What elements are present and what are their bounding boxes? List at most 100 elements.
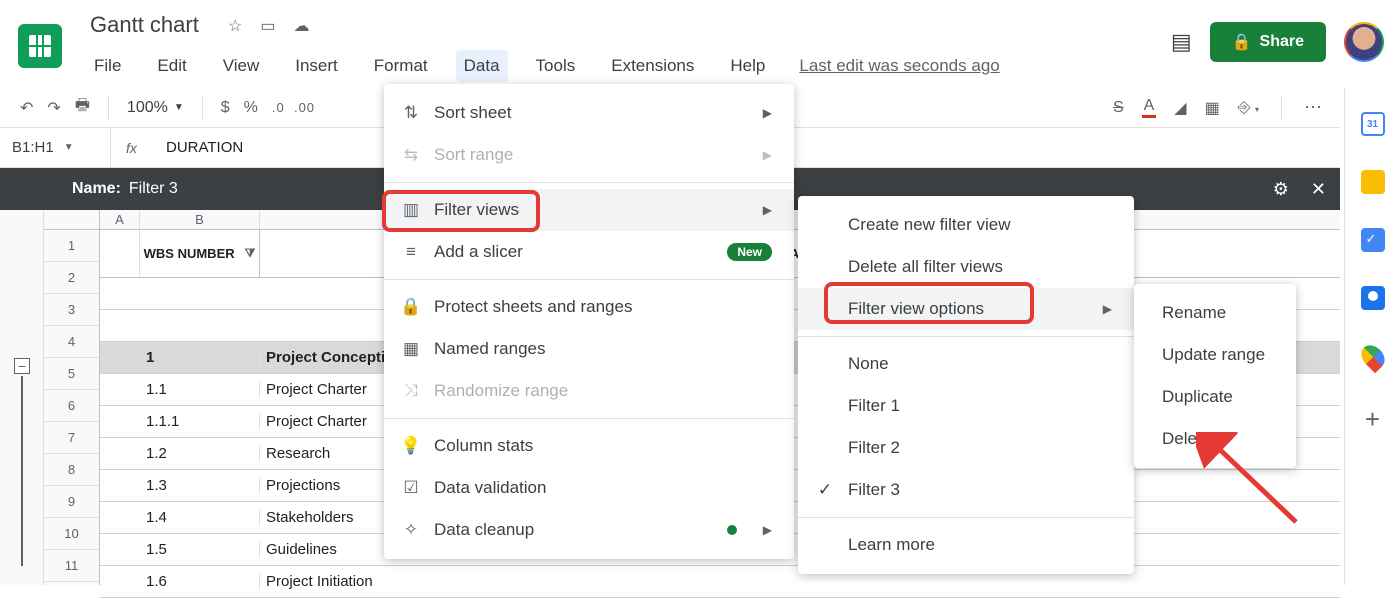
menu-file[interactable]: File <box>86 50 129 82</box>
menu-label: Column stats <box>434 436 533 456</box>
menu-data[interactable]: Data <box>456 50 508 82</box>
submenu-delete-all-filter-views[interactable]: Delete all filter views <box>798 246 1134 288</box>
row-number[interactable]: 3 <box>44 294 99 326</box>
submenu-filter-none[interactable]: None <box>798 343 1134 385</box>
option-duplicate[interactable]: Duplicate <box>1134 376 1296 418</box>
data-menu: ⇅ Sort sheet ▶ ⇆ Sort range ▶ ▥ Filter v… <box>384 84 794 559</box>
filter-icon[interactable]: ⧩ <box>245 246 256 261</box>
formula-bar[interactable]: DURATION <box>152 139 243 156</box>
row-number[interactable]: 4 <box>44 326 99 358</box>
close-filter-view-icon[interactable]: ✕ <box>1311 179 1326 200</box>
format-decimals[interactable]: .0 .00 <box>272 100 315 115</box>
menu-label: Update range <box>1162 345 1265 365</box>
cell[interactable]: 1.6 <box>140 573 260 590</box>
submenu-learn-more[interactable]: Learn more <box>798 524 1134 566</box>
menu-protect[interactable]: 🔒 Protect sheets and ranges <box>384 286 794 328</box>
menu-extensions[interactable]: Extensions <box>603 50 702 82</box>
fill-color-icon[interactable]: ◢ <box>1174 98 1186 118</box>
row-number[interactable]: 5 <box>44 358 99 390</box>
keep-addon-icon[interactable] <box>1361 170 1385 194</box>
check-icon: ✓ <box>814 480 836 500</box>
menu-edit[interactable]: Edit <box>149 50 194 82</box>
menu-help[interactable]: Help <box>722 50 773 82</box>
menu-named-ranges[interactable]: ▦ Named ranges <box>384 328 794 370</box>
name-box[interactable]: B1:H1 ▼ <box>0 139 110 156</box>
row-number[interactable]: 9 <box>44 486 99 518</box>
row-number[interactable]: 7 <box>44 422 99 454</box>
menu-label: Add a slicer <box>434 242 523 262</box>
contacts-addon-icon[interactable] <box>1361 286 1385 310</box>
cell[interactable]: Project Initiation <box>260 573 1340 590</box>
menu-format[interactable]: Format <box>366 50 436 82</box>
menu-view[interactable]: View <box>215 50 268 82</box>
addons-plus-icon[interactable]: + <box>1365 404 1380 435</box>
move-icon[interactable]: ▭ <box>260 16 275 36</box>
undo-icon[interactable]: ↶ <box>20 98 33 118</box>
shuffle-icon: ⤨ <box>400 381 422 401</box>
gear-icon[interactable]: ⚙ <box>1273 179 1289 200</box>
zoom-select[interactable]: 100% ▼ <box>127 99 184 117</box>
merge-cells-icon[interactable]: ⎆ ▾ <box>1238 99 1259 117</box>
menu-filter-views[interactable]: ▥ Filter views ▶ <box>384 189 794 231</box>
row-number[interactable]: 6 <box>44 390 99 422</box>
filter-views-submenu: Create new filter view Delete all filter… <box>798 196 1134 574</box>
cell[interactable]: 1.1.1 <box>140 413 260 430</box>
cell[interactable]: 1.1 <box>140 381 260 398</box>
cell[interactable]: 1.5 <box>140 541 260 558</box>
format-currency[interactable]: $ <box>221 99 230 117</box>
option-update-range[interactable]: Update range <box>1134 334 1296 376</box>
row-number[interactable]: 2 <box>44 262 99 294</box>
star-icon[interactable]: ☆ <box>228 16 242 36</box>
column-header[interactable]: A <box>100 210 140 229</box>
maps-addon-icon[interactable] <box>1356 341 1389 374</box>
menu-tools[interactable]: Tools <box>528 50 584 82</box>
redo-icon[interactable]: ↷ <box>47 98 60 118</box>
format-percent[interactable]: % <box>244 99 258 117</box>
menu-data-validation[interactable]: ☑ Data validation <box>384 467 794 509</box>
annotation-arrow-icon <box>1196 432 1306 532</box>
text-color-icon[interactable]: A <box>1142 97 1157 118</box>
cell[interactable]: 1 <box>140 349 260 366</box>
menu-add-slicer[interactable]: ≡ Add a slicer New <box>384 231 794 273</box>
document-title[interactable]: Gantt chart <box>90 12 199 38</box>
menu-label: Rename <box>1162 303 1226 323</box>
lock-icon: 🔒 <box>1232 32 1252 52</box>
submenu-filter-item[interactable]: Filter 1 <box>798 385 1134 427</box>
cell[interactable]: 1.4 <box>140 509 260 526</box>
last-edit-link[interactable]: Last edit was seconds ago <box>799 56 999 76</box>
menu-column-stats[interactable]: 💡 Column stats <box>384 425 794 467</box>
submenu-filter-item[interactable]: Filter 2 <box>798 427 1134 469</box>
row-group-collapse-icon[interactable]: − <box>14 358 30 374</box>
cell[interactable]: 1.3 <box>140 477 260 494</box>
account-avatar[interactable] <box>1344 22 1384 62</box>
new-badge: New <box>727 243 772 261</box>
strikethrough-icon[interactable]: S <box>1113 99 1124 117</box>
row-number[interactable]: 11 <box>44 550 99 582</box>
submenu-filter-view-options[interactable]: Filter view options ▶ <box>798 288 1134 330</box>
menu-sort-sheet[interactable]: ⇅ Sort sheet ▶ <box>384 92 794 134</box>
menu-label: Filter views <box>434 200 519 220</box>
filter-view-name-value[interactable]: Filter 3 <box>129 180 178 198</box>
sheets-app-icon[interactable] <box>18 24 62 68</box>
cell[interactable]: 1.2 <box>140 445 260 462</box>
toolbar-overflow-icon[interactable]: ⋯ <box>1304 97 1324 118</box>
validation-icon: ☑ <box>400 478 422 498</box>
tasks-addon-icon[interactable] <box>1361 228 1385 252</box>
column-header[interactable]: B <box>140 210 260 229</box>
borders-icon[interactable]: ▦ <box>1205 98 1220 118</box>
row-number[interactable]: 1 <box>44 230 99 262</box>
submenu-arrow-icon: ▶ <box>1103 302 1112 316</box>
print-icon[interactable]: 🖶 <box>75 94 90 121</box>
menu-insert[interactable]: Insert <box>287 50 346 82</box>
row-number[interactable]: 10 <box>44 518 99 550</box>
submenu-filter-item[interactable]: ✓ Filter 3 <box>798 469 1134 511</box>
comments-icon[interactable]: ▤ <box>1171 29 1192 55</box>
menu-data-cleanup[interactable]: ✧ Data cleanup ▶ <box>384 509 794 551</box>
submenu-create-filter-view[interactable]: Create new filter view <box>798 204 1134 246</box>
share-button[interactable]: 🔒 Share <box>1210 22 1326 62</box>
row-group-gutter: − <box>0 210 44 585</box>
calendar-addon-icon[interactable]: 31 <box>1361 112 1385 136</box>
fx-icon: fx <box>110 128 152 167</box>
option-rename[interactable]: Rename <box>1134 292 1296 334</box>
row-number[interactable]: 8 <box>44 454 99 486</box>
